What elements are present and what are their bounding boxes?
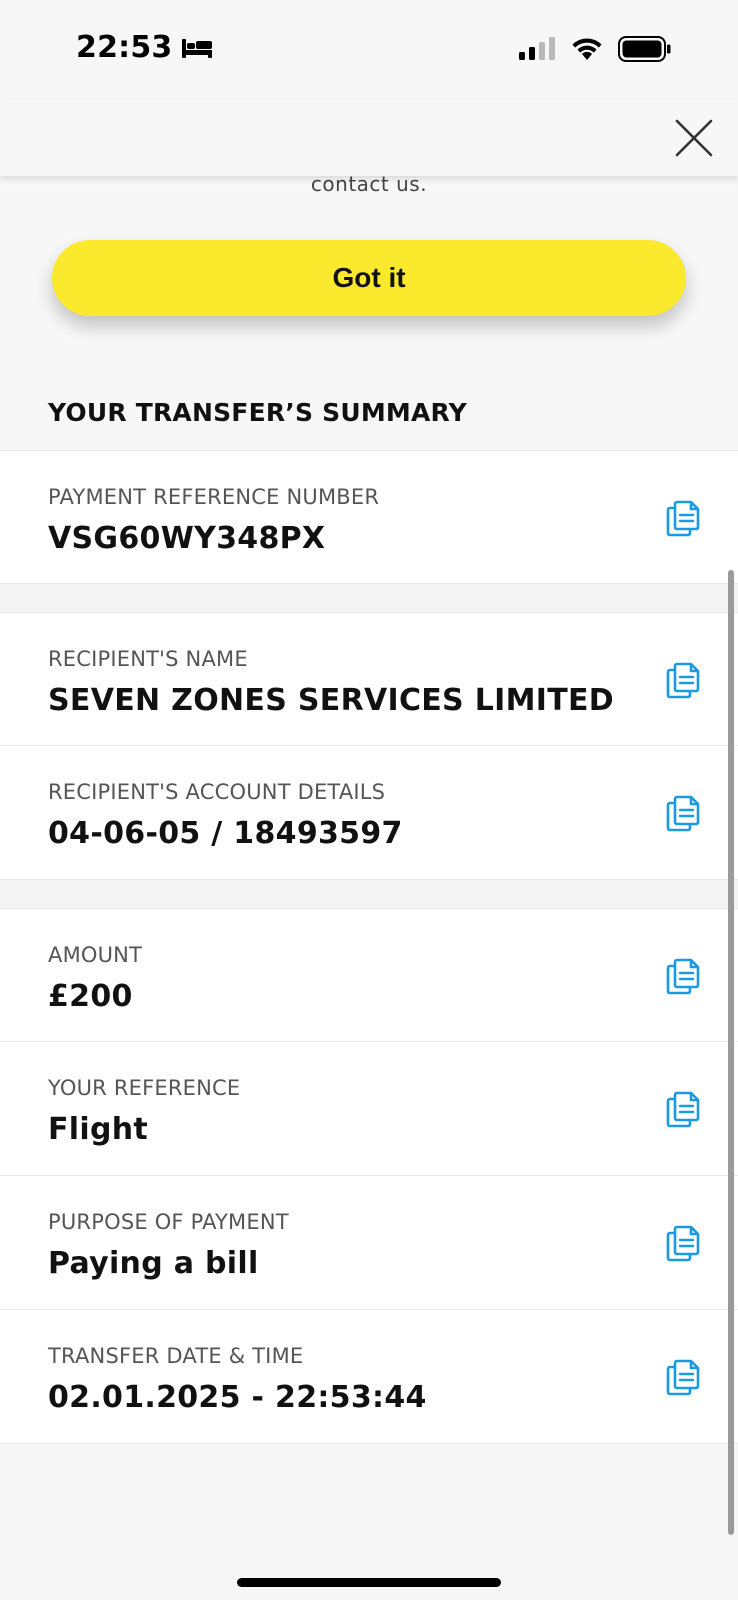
status-icons [518, 36, 672, 62]
recipient-account-value: 04-06-05 / 18493597 [48, 816, 403, 851]
scrollbar[interactable] [728, 570, 734, 1535]
recipient-account-label: RECIPIENT'S ACCOUNT DETAILS [48, 780, 386, 804]
amount-row: AMOUNT £200 [0, 908, 738, 1042]
recipient-name-row: RECIPIENT'S NAME SEVEN ZONES SERVICES LI… [0, 612, 738, 746]
payment-reference-row: PAYMENT REFERENCE NUMBER VSG60WY348PX [0, 450, 738, 584]
your-reference-label: YOUR REFERENCE [48, 1076, 241, 1100]
recipient-name-value: SEVEN ZONES SERVICES LIMITED [48, 683, 614, 718]
copy-icon[interactable] [666, 499, 700, 537]
home-indicator[interactable] [237, 1578, 501, 1587]
status-bar: 22:53 [0, 0, 738, 100]
recipient-name-label: RECIPIENT'S NAME [48, 647, 248, 671]
close-icon [675, 119, 713, 157]
your-reference-value: Flight [48, 1112, 149, 1147]
transfer-datetime-label: TRANSFER DATE & TIME [48, 1344, 304, 1368]
cellular-signal-icon [519, 37, 555, 60]
payment-reference-label: PAYMENT REFERENCE NUMBER [48, 485, 380, 509]
copy-icon[interactable] [666, 661, 700, 699]
copy-icon[interactable] [666, 1090, 700, 1128]
summary-list: PAYMENT REFERENCE NUMBER VSG60WY348PX RE… [0, 450, 738, 1444]
purpose-label: PURPOSE OF PAYMENT [48, 1210, 289, 1234]
transfer-summary-screen: 22:53 contact us. Got it YOUR TRANSFER’S… [0, 0, 738, 1600]
copy-icon[interactable] [666, 1358, 700, 1396]
amount-value: £200 [48, 979, 133, 1014]
header-bar [0, 100, 738, 176]
battery-icon [618, 36, 671, 62]
copy-icon[interactable] [666, 1224, 700, 1262]
got-it-button[interactable]: Got it [52, 240, 686, 316]
amount-label: AMOUNT [48, 943, 143, 967]
bed-icon [181, 38, 212, 58]
purpose-row: PURPOSE OF PAYMENT Paying a bill [0, 1176, 738, 1310]
transfer-datetime-row: TRANSFER DATE & TIME 02.01.2025 - 22:53:… [0, 1310, 738, 1444]
wifi-icon [572, 38, 602, 60]
status-time: 22:53 [76, 30, 173, 65]
your-reference-row: YOUR REFERENCE Flight [0, 1042, 738, 1176]
status-time-group: 22:53 [76, 30, 213, 65]
section-divider [0, 584, 738, 612]
copy-icon[interactable] [666, 957, 700, 995]
close-button[interactable] [672, 116, 716, 160]
transfer-datetime-value: 02.01.2025 - 22:53:44 [48, 1380, 427, 1415]
copy-icon[interactable] [666, 794, 700, 832]
purpose-value: Paying a bill [48, 1246, 259, 1281]
summary-title: YOUR TRANSFER’S SUMMARY [48, 398, 467, 427]
section-divider [0, 880, 738, 908]
recipient-account-row: RECIPIENT'S ACCOUNT DETAILS 04-06-05 / 1… [0, 746, 738, 880]
payment-reference-value: VSG60WY348PX [48, 521, 326, 556]
